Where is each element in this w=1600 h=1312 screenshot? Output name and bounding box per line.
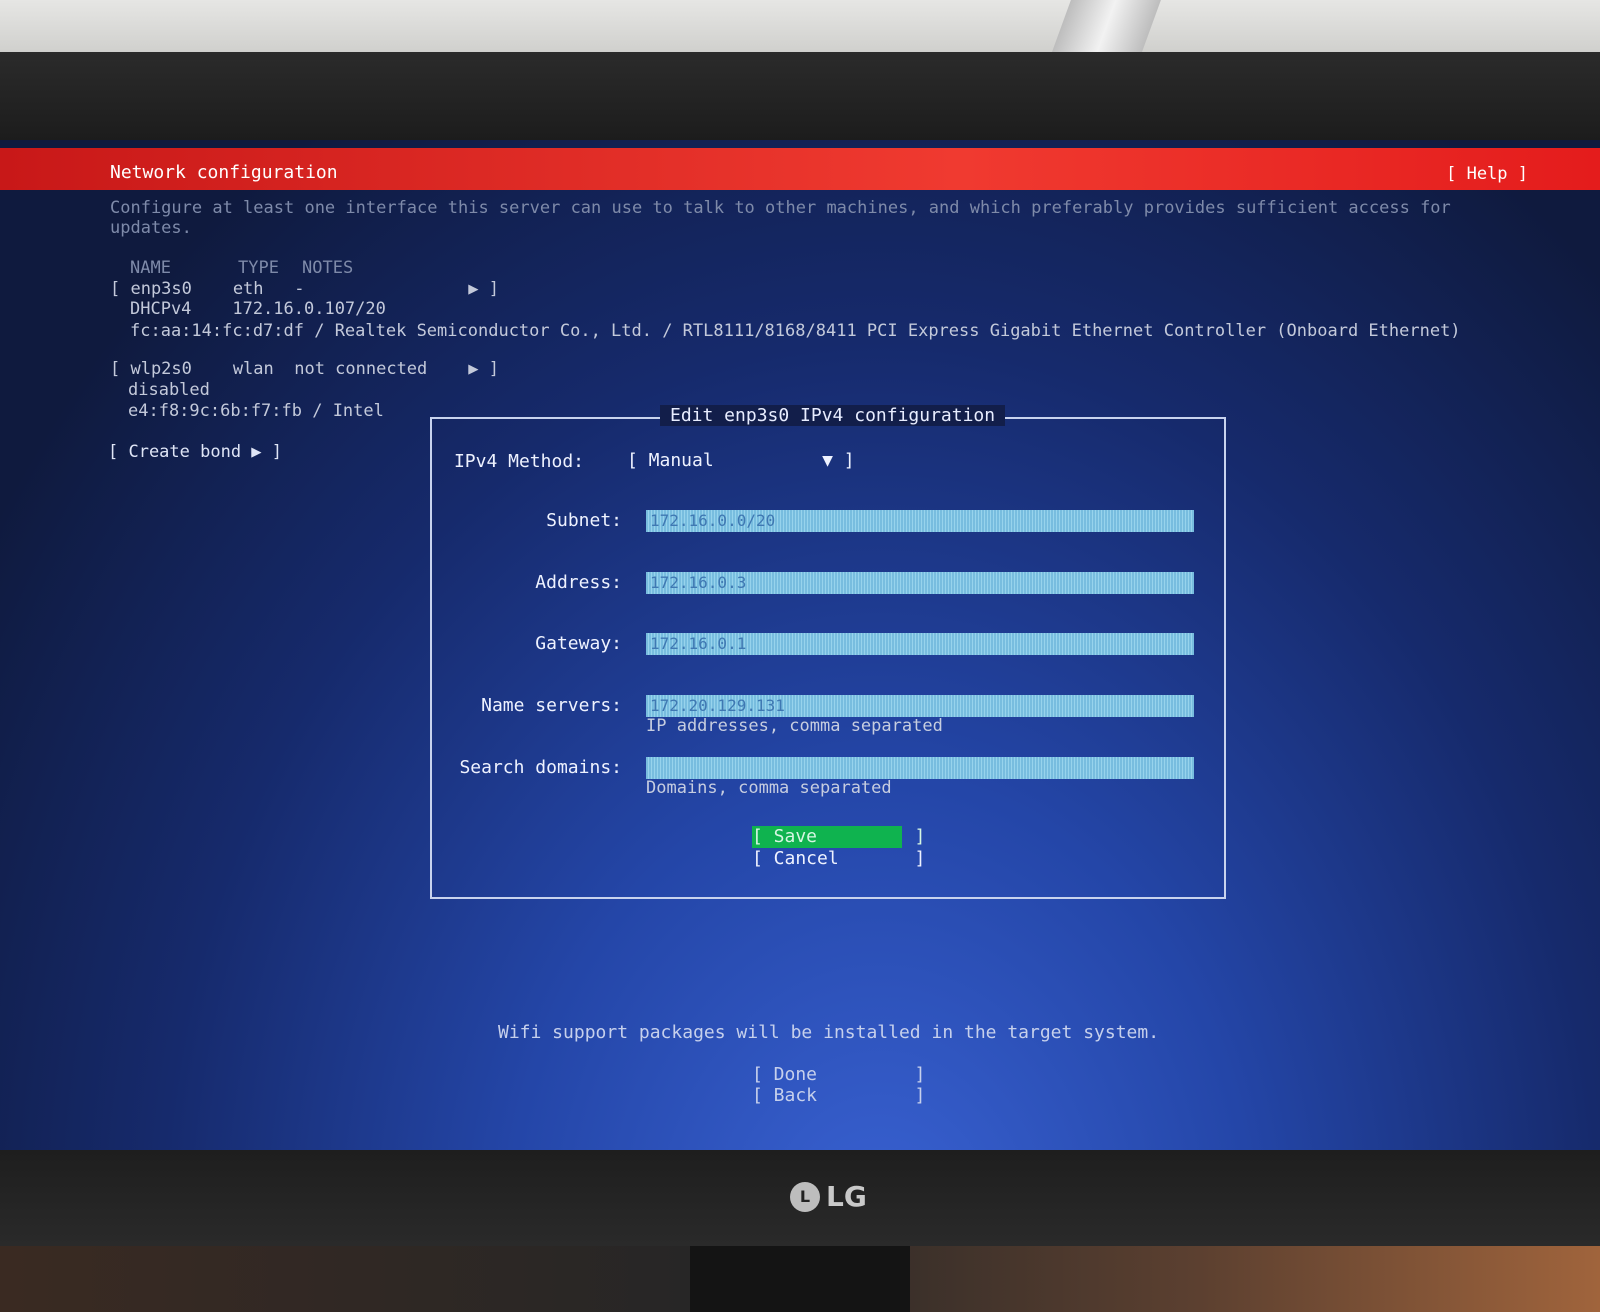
address-input[interactable]: 172.16.0.3 [646,572,1194,594]
ceiling [0,0,1600,60]
column-header-notes: NOTES [302,258,354,278]
column-header-name: NAME [130,258,171,278]
done-button[interactable]: [ Done ] [752,1064,925,1085]
name-servers-input[interactable]: 172.20.129.131 [646,695,1194,717]
ipv4-config-dialog: Edit enp3s0 IPv4 configuration IPv4 Meth… [430,405,1226,899]
cancel-button[interactable]: [ Cancel ] [752,848,925,870]
save-button[interactable]: [ Save ] [752,826,925,848]
interface-detail-wlp2s0: e4:f8:9c:6b:f7:fb / Intel [128,401,384,421]
intro-text-line2: updates. [110,218,192,238]
search-domains-input[interactable] [646,757,1194,779]
monitor-bezel-top [0,52,1600,148]
back-button[interactable]: [ Back ] [752,1085,925,1106]
interface-row-enp3s0[interactable]: [ enp3s0 eth - ▶ ] [110,279,499,300]
header-bar: Network configuration [ Help ] [0,148,1600,190]
search-domains-hint: Domains, comma separated [646,778,892,798]
subnet-input[interactable]: 172.16.0.0/20 [646,510,1194,532]
interface-status-enp3s0: DHCPv4 172.16.0.107/20 [130,299,386,319]
name-servers-label: Name servers: [481,695,622,716]
help-button[interactable]: [ Help ] [1446,164,1528,184]
interface-status-wlp2s0: disabled [128,380,210,400]
installer-screen: Network configuration [ Help ] Configure… [0,140,1600,1150]
intro-text-line1: Configure at least one interface this se… [110,198,1451,218]
column-header-type: TYPE [238,258,279,278]
gateway-input[interactable]: 172.16.0.1 [646,633,1194,655]
gateway-label: Gateway: [535,633,622,654]
lg-logo-icon: L [790,1181,820,1212]
subnet-label: Subnet: [546,510,622,531]
wifi-note: Wifi support packages will be installed … [498,1022,1160,1043]
address-label: Address: [535,572,622,593]
search-domains-label: Search domains: [459,757,622,778]
create-bond-button[interactable]: [ Create bond ▶ ] [108,442,282,463]
monitor-brand-logo: L LG [790,1180,867,1213]
interface-row-wlp2s0[interactable]: [ wlp2s0 wlan not connected ▶ ] [110,359,499,380]
ceiling-beam [1049,0,1161,60]
name-servers-hint: IP addresses, comma separated [646,716,943,736]
brand-text: LG [826,1180,867,1213]
interface-detail-enp3s0: fc:aa:14:fc:d7:df / Realtek Semiconducto… [130,321,1461,341]
ipv4-method-label: IPv4 Method: [453,451,584,472]
dialog-title: Edit enp3s0 IPv4 configuration [660,405,1006,426]
ipv4-method-select[interactable]: [ Manual ▼ ] [627,450,855,471]
monitor-stand [690,1246,910,1312]
page-title: Network configuration [110,162,338,183]
